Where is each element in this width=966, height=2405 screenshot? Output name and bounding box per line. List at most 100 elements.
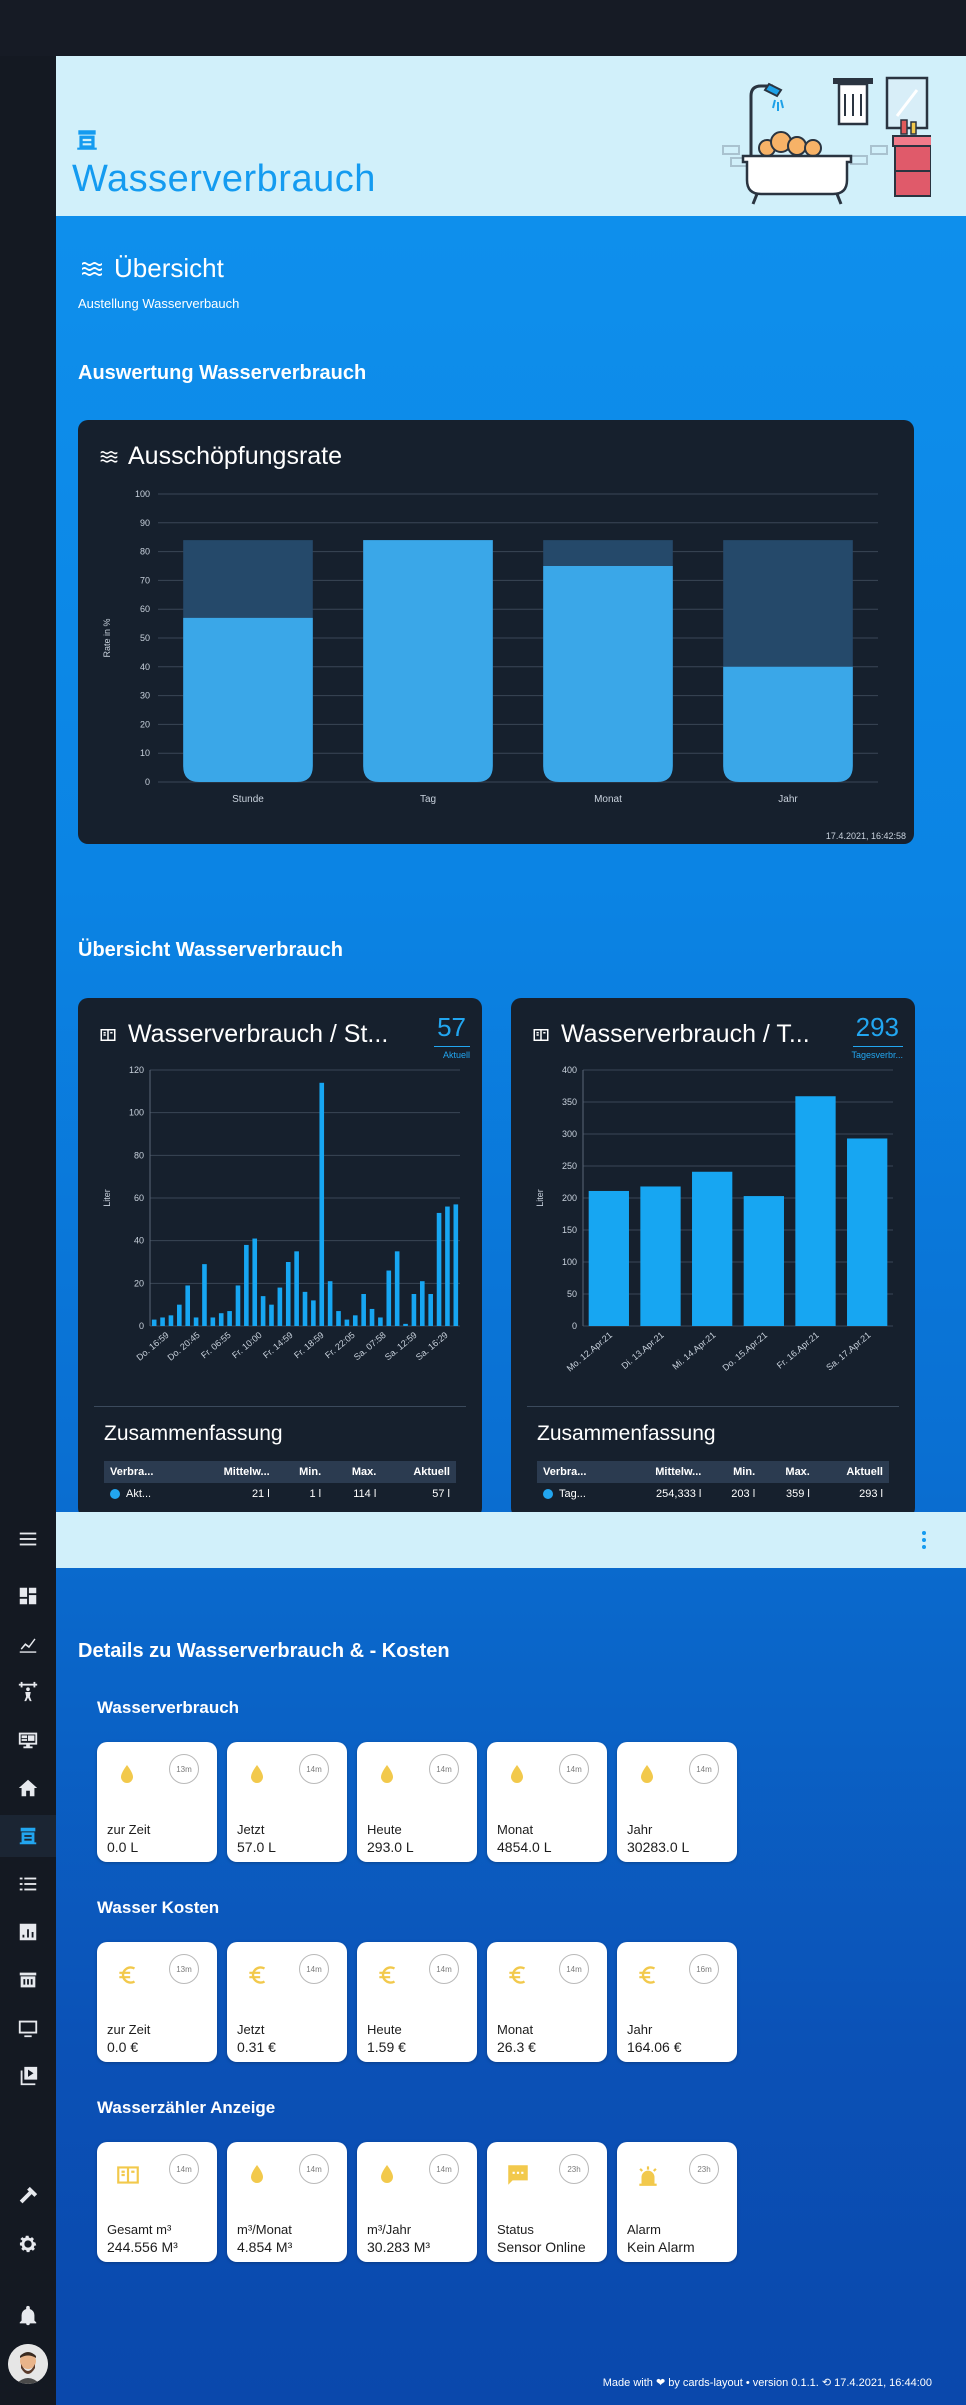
table-cell: Tag... bbox=[537, 1483, 620, 1505]
x-tick-label: Sa. 12:59 bbox=[383, 1330, 419, 1362]
table-header: Verbra... bbox=[537, 1461, 621, 1483]
current-value-label: Aktuell bbox=[442, 1050, 470, 1060]
divider bbox=[94, 1406, 466, 1407]
bar bbox=[244, 1244, 249, 1326]
hacs-icon[interactable] bbox=[14, 1966, 42, 1994]
tile-value: Kein Alarm bbox=[627, 2239, 695, 2255]
series-dot bbox=[543, 1489, 553, 1500]
euro-icon bbox=[115, 1962, 139, 1986]
sensor-tile[interactable]: 14m Heute 1.59 € bbox=[357, 1942, 477, 2062]
hammer-icon[interactable] bbox=[14, 2182, 42, 2210]
x-tick-label: Di. 13.Apr.21 bbox=[619, 1330, 665, 1371]
bar bbox=[445, 1206, 450, 1326]
sensor-tile[interactable]: 13m zur Zeit 0.0 € bbox=[97, 1942, 217, 2062]
last-changed-badge: 14m bbox=[429, 1754, 459, 1784]
table-cell: 1 l bbox=[309, 1488, 322, 1500]
avatar[interactable] bbox=[8, 2344, 48, 2384]
tile-value: 4.854 M³ bbox=[237, 2239, 293, 2255]
y-tick-label: 100 bbox=[562, 1257, 577, 1267]
tile-label: Jetzt bbox=[237, 2022, 265, 2037]
bar bbox=[151, 1319, 157, 1326]
more-vertical-icon[interactable] bbox=[912, 1528, 936, 1552]
y-tick-label: 100 bbox=[135, 489, 150, 499]
tile-value: 244.556 M³ bbox=[107, 2239, 178, 2255]
x-tick-label: Sa. 17.Apr.21 bbox=[824, 1330, 872, 1373]
last-changed-badge: 14m bbox=[299, 1954, 329, 1984]
x-tick-label: Sa. 07:58 bbox=[352, 1330, 388, 1362]
tile-label: Monat bbox=[497, 2022, 534, 2037]
chart-line-icon[interactable] bbox=[14, 1630, 42, 1658]
table-cell: 359 l bbox=[786, 1488, 810, 1500]
wasserverbrauch-tag-card: Wasserverbrauch / T... 293 Tagesverbr...… bbox=[511, 998, 915, 1518]
table-header: Mittelw... bbox=[187, 1461, 276, 1483]
sensor-tile[interactable]: 14m Monat 4854.0 L bbox=[487, 1742, 607, 1862]
header-band: Wasserverbrauch bbox=[56, 56, 966, 216]
list-icon[interactable] bbox=[14, 1870, 42, 1898]
tile-label: Gesamt m³ bbox=[107, 2222, 172, 2237]
bar bbox=[369, 1308, 375, 1326]
y-tick-label: 0 bbox=[572, 1321, 577, 1331]
y-axis-label: Liter bbox=[102, 1189, 112, 1207]
euro-icon bbox=[635, 1962, 659, 1986]
tile-label: Jahr bbox=[627, 1822, 653, 1837]
sensor-tile[interactable]: 23h Alarm Kein Alarm bbox=[617, 2142, 737, 2262]
x-tick-label: Sa. 16:29 bbox=[414, 1330, 450, 1362]
dashboard-icon[interactable] bbox=[14, 1582, 42, 1610]
sensor-tile[interactable]: 14m Monat 26.3 € bbox=[487, 1942, 607, 2062]
card-title: Wasserverbrauch / St... bbox=[128, 1020, 389, 1048]
menu-icon[interactable] bbox=[14, 1525, 42, 1553]
sensor-tile[interactable]: 14m Jetzt 0.31 € bbox=[227, 1942, 347, 2062]
bar bbox=[319, 1082, 325, 1326]
y-tick-label: 250 bbox=[562, 1161, 577, 1171]
bar bbox=[185, 1285, 191, 1326]
media-play-icon[interactable] bbox=[14, 2062, 42, 2090]
sensor-tile[interactable]: 16m Jahr 164.06 € bbox=[617, 1942, 737, 2062]
monitor-icon[interactable] bbox=[14, 2014, 42, 2042]
bell-icon[interactable] bbox=[14, 2302, 42, 2330]
monitor-dashboard-icon[interactable] bbox=[14, 1726, 42, 1754]
bar bbox=[160, 1317, 165, 1326]
tile-label: zur Zeit bbox=[107, 2022, 151, 2037]
table-header: Min. bbox=[707, 1461, 762, 1483]
tile-value: 0.0 € bbox=[107, 2039, 139, 2055]
summary-table: Verbra... Mittelw... Min. Max. Aktuell A… bbox=[104, 1461, 456, 1505]
top-strip bbox=[0, 0, 966, 56]
counter-icon bbox=[100, 1029, 116, 1041]
bar-chart-icon[interactable] bbox=[14, 1918, 42, 1946]
current-value: 293 bbox=[855, 1012, 899, 1042]
home-icon[interactable] bbox=[14, 1774, 42, 1802]
x-tick-label: Do. 15.Apr.21 bbox=[721, 1330, 770, 1373]
y-tick-label: 200 bbox=[562, 1193, 577, 1203]
bar bbox=[543, 566, 673, 782]
water-drop-icon bbox=[245, 1762, 269, 1786]
sensor-tile[interactable]: 14m Gesamt m³ 244.556 M³ bbox=[97, 2142, 217, 2262]
sensor-tile[interactable]: 23h Status Sensor Online bbox=[487, 2142, 607, 2262]
euro-icon bbox=[505, 1962, 529, 1986]
last-changed-badge: 14m bbox=[559, 1954, 589, 1984]
table-cell-label: Akt... bbox=[126, 1488, 152, 1500]
sensor-tile[interactable]: 14m m³/Monat 4.854 M³ bbox=[227, 2142, 347, 2262]
ausschoepfungsrate-chart: 0 10 20 30 40 50 60 70 80 90 100 Rate in % Stunde Tag… bbox=[102, 489, 878, 805]
y-tick-label: 150 bbox=[562, 1225, 577, 1235]
sensor-tile[interactable]: 14m m³/Jahr 30.283 M³ bbox=[357, 2142, 477, 2262]
sensor-tile[interactable]: 14m Jetzt 57.0 L bbox=[227, 1742, 347, 1862]
y-tick-label: 40 bbox=[140, 662, 150, 672]
bar bbox=[743, 1196, 784, 1326]
sensor-tile[interactable]: 14m Jahr 30283.0 L bbox=[617, 1742, 737, 1862]
y-tick-label: 80 bbox=[134, 1150, 144, 1160]
weight-lifter-icon[interactable] bbox=[14, 1678, 42, 1706]
ausschoepfungsrate-card: Ausschöpfungsrate 0 10 20 30 40 50 60 70 80 90 100… bbox=[78, 420, 914, 844]
sidebar bbox=[0, 56, 56, 2405]
x-tick-label: Do. 20:45 bbox=[165, 1330, 201, 1363]
table-cell: 254,333 l bbox=[656, 1488, 702, 1500]
tile-value: 1.59 € bbox=[367, 2039, 406, 2055]
water-heater-icon bbox=[77, 130, 97, 150]
details-title: Details zu Wasserverbrauch & - Kosten bbox=[78, 1640, 450, 1662]
divider bbox=[527, 1406, 899, 1407]
auswertung-section-title: Auswertung Wasserverbrauch bbox=[78, 362, 367, 384]
water-heater-icon[interactable] bbox=[14, 1822, 42, 1850]
sensor-tile[interactable]: 13m zur Zeit 0.0 L bbox=[97, 1742, 217, 1862]
group-title: Wasserzähler Anzeige bbox=[97, 2098, 276, 2117]
sensor-tile[interactable]: 14m Heute 293.0 L bbox=[357, 1742, 477, 1862]
gear-icon[interactable] bbox=[14, 2230, 42, 2258]
